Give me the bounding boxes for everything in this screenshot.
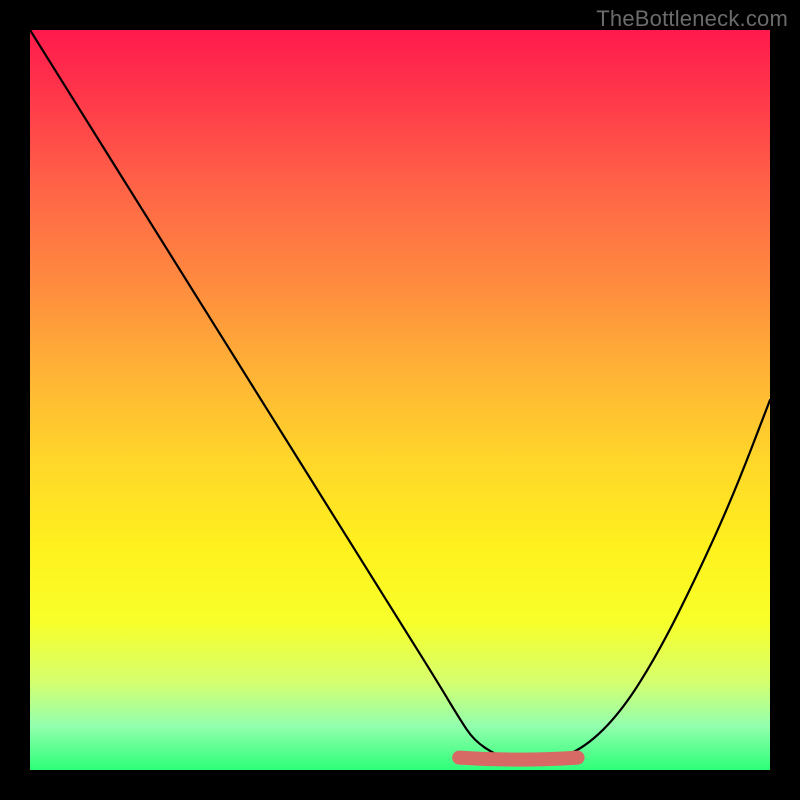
bottleneck-curve	[30, 30, 770, 763]
watermark-text: TheBottleneck.com	[596, 6, 788, 32]
plot-area	[30, 30, 770, 770]
chart-frame: TheBottleneck.com	[0, 0, 800, 800]
optimal-range-marker	[459, 758, 577, 760]
chart-svg	[30, 30, 770, 770]
